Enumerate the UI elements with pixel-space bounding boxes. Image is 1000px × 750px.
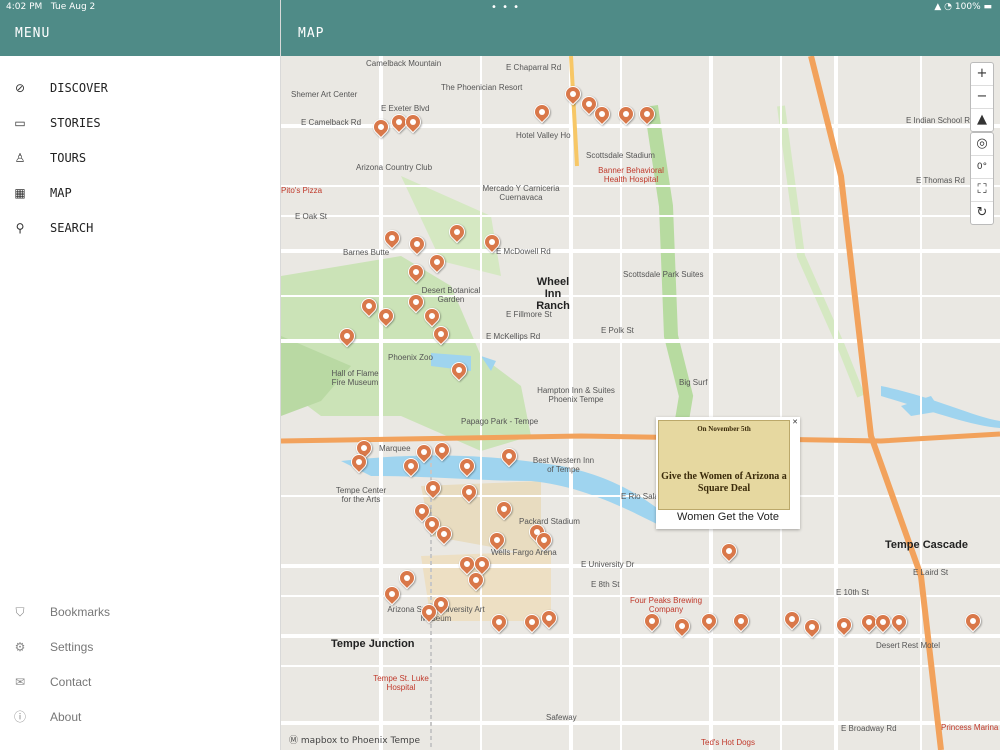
map-label: E McKellips Rd [486, 332, 541, 341]
map-icon: ▦ [14, 186, 26, 200]
map-label: Mercado Y Carniceria Cuernavaca [482, 184, 560, 202]
status-time: 4:02 PM Tue Aug 2 [6, 2, 96, 12]
fullscreen-icon[interactable]: ⛶ [971, 179, 993, 202]
popup-image-text-top: On November 5th [697, 425, 751, 433]
map-label: Hall of Flame Fire Museum [331, 369, 379, 387]
bookmark-icon: ⛉ [15, 605, 25, 619]
zoom-in-button[interactable]: + [971, 63, 993, 86]
sidebar-item-label: MAP [50, 186, 72, 200]
map-label: Packard Stadium [519, 517, 580, 526]
map-label: Tempe Cascade [885, 539, 968, 551]
search-icon: ⚲ [15, 221, 25, 235]
popup-image-text-main: Give the Women of Arizona a Square Deal [661, 471, 787, 494]
sidebar-item-label: About [50, 710, 82, 724]
map-label: Scottsdale Park Suites [623, 270, 704, 279]
mapbox-attribution[interactable]: Ⓜ mapbox to Phoenix Tempe [289, 733, 420, 746]
map-label: Camelback Mountain [366, 59, 442, 68]
map-label: E Indian School Rd [906, 116, 975, 125]
map-label: E Laird St [913, 568, 949, 577]
map-label: Hampton Inn & Suites Phoenix Tempe [537, 386, 615, 404]
sidebar-item-bookmarks[interactable]: ⛉ Bookmarks [0, 597, 280, 627]
close-icon[interactable]: ✕ [792, 418, 798, 426]
sidebar-item-label: STORIES [50, 116, 101, 130]
map-label: Tempe St. Luke Hospital [373, 674, 429, 692]
map-label: E Thomas Rd [916, 176, 965, 185]
map-label: E Camelback Rd [301, 118, 362, 127]
refresh-icon[interactable]: ↻ [971, 202, 993, 224]
page-title: MAP [298, 26, 325, 41]
map-label: E 10th St [836, 588, 869, 597]
map-label: Marquee [379, 444, 411, 453]
map-view[interactable]: Camelback Mountain The Phoenician Resort… [281, 56, 1000, 750]
gear-icon: ⚙ [14, 640, 26, 654]
sidebar-item-tours[interactable]: ♙ TOURS [0, 143, 280, 173]
map-label: Ted's Hot Dogs [701, 738, 755, 747]
popup-caption[interactable]: Women Get the Vote [656, 511, 800, 523]
status-bar: 4:02 PM Tue Aug 2 ▲ ◔ 100% ▬ [0, 0, 1000, 16]
sidebar-item-label: Settings [50, 640, 94, 654]
map-label: E University Dr [581, 560, 635, 569]
sidebar-item-about[interactable]: ⓘ About [0, 702, 280, 732]
sidebar-item-discover[interactable]: ⊘ DISCOVER [0, 73, 280, 103]
zoom-controls: + − ▲ [970, 62, 994, 132]
map-label: Hotel Valley Ho [516, 131, 571, 140]
sidebar-item-settings[interactable]: ⚙ Settings [0, 632, 280, 662]
book-icon: ▭ [14, 116, 26, 130]
map-label: E Oak St [295, 212, 328, 221]
map-label: Phoenix Zoo [388, 353, 433, 362]
map-label: Tempe Junction [331, 638, 415, 650]
walking-icon: ♙ [14, 151, 26, 165]
sidebar-item-label: SEARCH [50, 221, 94, 235]
map-label: Big Surf [679, 378, 708, 387]
map-label: E Exeter Blvd [381, 104, 430, 113]
status-battery: ▲ ◔ 100% ▬ [934, 2, 992, 12]
compass-icon: ⊘ [14, 81, 26, 95]
sidebar-item-label: Contact [50, 675, 92, 689]
rotation-readout[interactable]: 0° [971, 156, 993, 179]
sidebar-item-search[interactable]: ⚲ SEARCH [0, 213, 280, 243]
popup-image: On November 5th Give the Women of Arizon… [658, 420, 790, 510]
map-label: The Phoenician Resort [441, 83, 523, 92]
map-label: E Chaparral Rd [506, 63, 562, 72]
map-label: Scottsdale Stadium [586, 151, 655, 160]
map-label: E McDowell Rd [496, 247, 551, 256]
map-label: Banner Behavioral Health Hospital [598, 166, 664, 184]
map-label: Barnes Butte [343, 248, 390, 257]
sidebar: MENU ⊘ DISCOVER ▭ STORIES ♙ TOURS ▦ MAP … [0, 0, 281, 750]
map-label: Princess Marina [941, 723, 999, 732]
sidebar-item-label: TOURS [50, 151, 87, 165]
map-label: Best Western Inn of Tempe [532, 456, 595, 474]
zoom-out-button[interactable]: − [971, 86, 993, 109]
sidebar-title: MENU [15, 26, 51, 41]
map-label: Safeway [546, 713, 577, 722]
sidebar-item-map[interactable]: ▦ MAP [0, 178, 280, 208]
map-label: Wells Fargo Arena [491, 548, 557, 557]
sidebar-item-contact[interactable]: ✉ Contact [0, 667, 280, 697]
compass-button[interactable]: ▲ [971, 109, 993, 131]
locate-button[interactable]: ◎ [971, 133, 993, 156]
sidebar-item-stories[interactable]: ▭ STORIES [0, 108, 280, 138]
sidebar-item-label: Bookmarks [50, 605, 111, 619]
map-tools: ◎ 0° ⛶ ↻ [970, 132, 994, 225]
map-label: Pito's Pizza [281, 186, 323, 195]
map-label: Four Peaks Brewing Company [629, 596, 703, 614]
map-label: Desert Rest Motel [876, 641, 941, 650]
map-label: Desert Botanical Garden [421, 286, 481, 304]
map-label: Wheel Inn Ranch [536, 276, 570, 312]
map-label: Papago Park - Tempe [461, 417, 539, 426]
map-label: E Polk St [601, 326, 634, 335]
info-icon: ⓘ [13, 710, 26, 724]
map-label: E Broadway Rd [841, 724, 897, 733]
map-label: E 8th St [591, 580, 620, 589]
map-label: Shemer Art Center [291, 90, 358, 99]
map-label: Arizona Country Club [356, 163, 433, 172]
story-popup[interactable]: On November 5th Give the Women of Arizon… [656, 417, 800, 529]
sidebar-item-label: DISCOVER [50, 81, 108, 95]
map-label: Tempe Center for the Arts [335, 486, 387, 504]
mail-icon: ✉ [14, 675, 26, 689]
